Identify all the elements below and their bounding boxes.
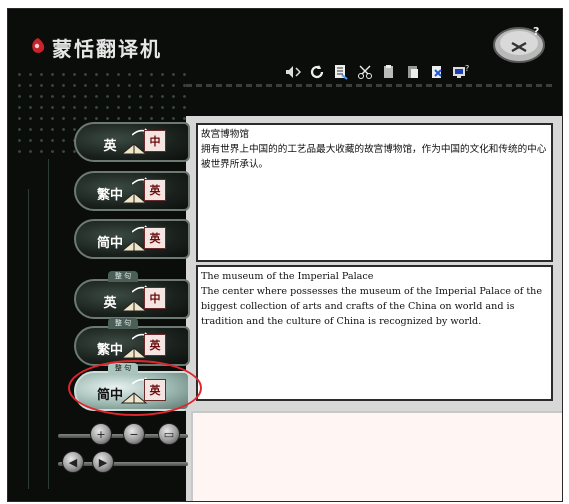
fit-icon[interactable]: ▭ (158, 423, 180, 445)
mode-sentence-en-to-zh-button[interactable]: 整 句 英 中 (74, 271, 190, 319)
speaker-icon[interactable] (284, 63, 302, 81)
copy-icon[interactable] (380, 63, 398, 81)
sentence-tag: 整 句 (108, 318, 138, 329)
sentence-tag: 整 句 (108, 363, 138, 374)
paste-icon[interactable] (404, 63, 422, 81)
target-lang-card: 英 (144, 179, 166, 201)
sentence-tag: 整 句 (108, 271, 138, 282)
help-computer-icon[interactable]: ? (452, 63, 470, 81)
mode-word-tc-to-en-button[interactable]: 繁中 英 (74, 171, 190, 211)
close-doc-icon[interactable] (428, 63, 446, 81)
logo-icon (32, 38, 45, 53)
target-lang-card: 英 (144, 379, 166, 401)
translator-window: 蒙恬翻译机 ? ? 故宫博物馆 拥有世界上中国的的工艺品最大收藏的故宫博物馆，作… (7, 8, 563, 502)
next-icon[interactable]: ▶ (92, 451, 114, 473)
scissors-icon[interactable] (356, 63, 374, 81)
document-list-icon[interactable] (332, 63, 350, 81)
mode-word-sc-to-en-button[interactable]: 简中 英 (74, 219, 190, 259)
source-title: 故宫博物馆 (201, 129, 249, 140)
toolbar: ? (284, 63, 470, 81)
translation-body: The center where possesses the museum of… (201, 286, 543, 327)
app-title: 蒙恬翻译机 (52, 37, 162, 61)
target-lang-card: 英 (144, 227, 166, 249)
source-body: 拥有世界上中国的的工艺品最大收藏的故宫博物馆，作为中国的文化和传统的中心被世界所… (201, 144, 547, 170)
mode-word-en-to-zh-button[interactable]: 英 中 (74, 122, 190, 162)
zoom-out-icon[interactable]: − (123, 423, 145, 445)
target-lang-card: 中 (144, 130, 166, 152)
zoom-in-icon[interactable]: + (90, 423, 112, 445)
target-lang-card: 中 (144, 287, 166, 309)
decorative-line (48, 159, 49, 489)
notes-text-box[interactable] (191, 411, 562, 501)
mode-sentence-sc-to-en-button[interactable]: 整 句 简中 英 (74, 363, 190, 411)
translation-title: The museum of the Imperial Palace (201, 271, 374, 282)
translation-text-box[interactable]: The museum of the Imperial Palace The ce… (196, 265, 553, 401)
close-button[interactable]: ? (491, 21, 547, 65)
svg-text:?: ? (465, 64, 469, 73)
decorative-line (28, 189, 29, 489)
decorative-dash (186, 84, 556, 87)
refresh-icon[interactable] (308, 63, 326, 81)
target-lang-card: 英 (144, 334, 166, 356)
mode-sentence-tc-to-en-button[interactable]: 整 句 繁中 英 (74, 318, 190, 366)
svg-text:?: ? (533, 25, 539, 38)
previous-icon[interactable]: ◀ (62, 451, 84, 473)
source-text-box[interactable]: 故宫博物馆 拥有世界上中国的的工艺品最大收藏的故宫博物馆，作为中国的文化和传统的… (196, 123, 553, 262)
